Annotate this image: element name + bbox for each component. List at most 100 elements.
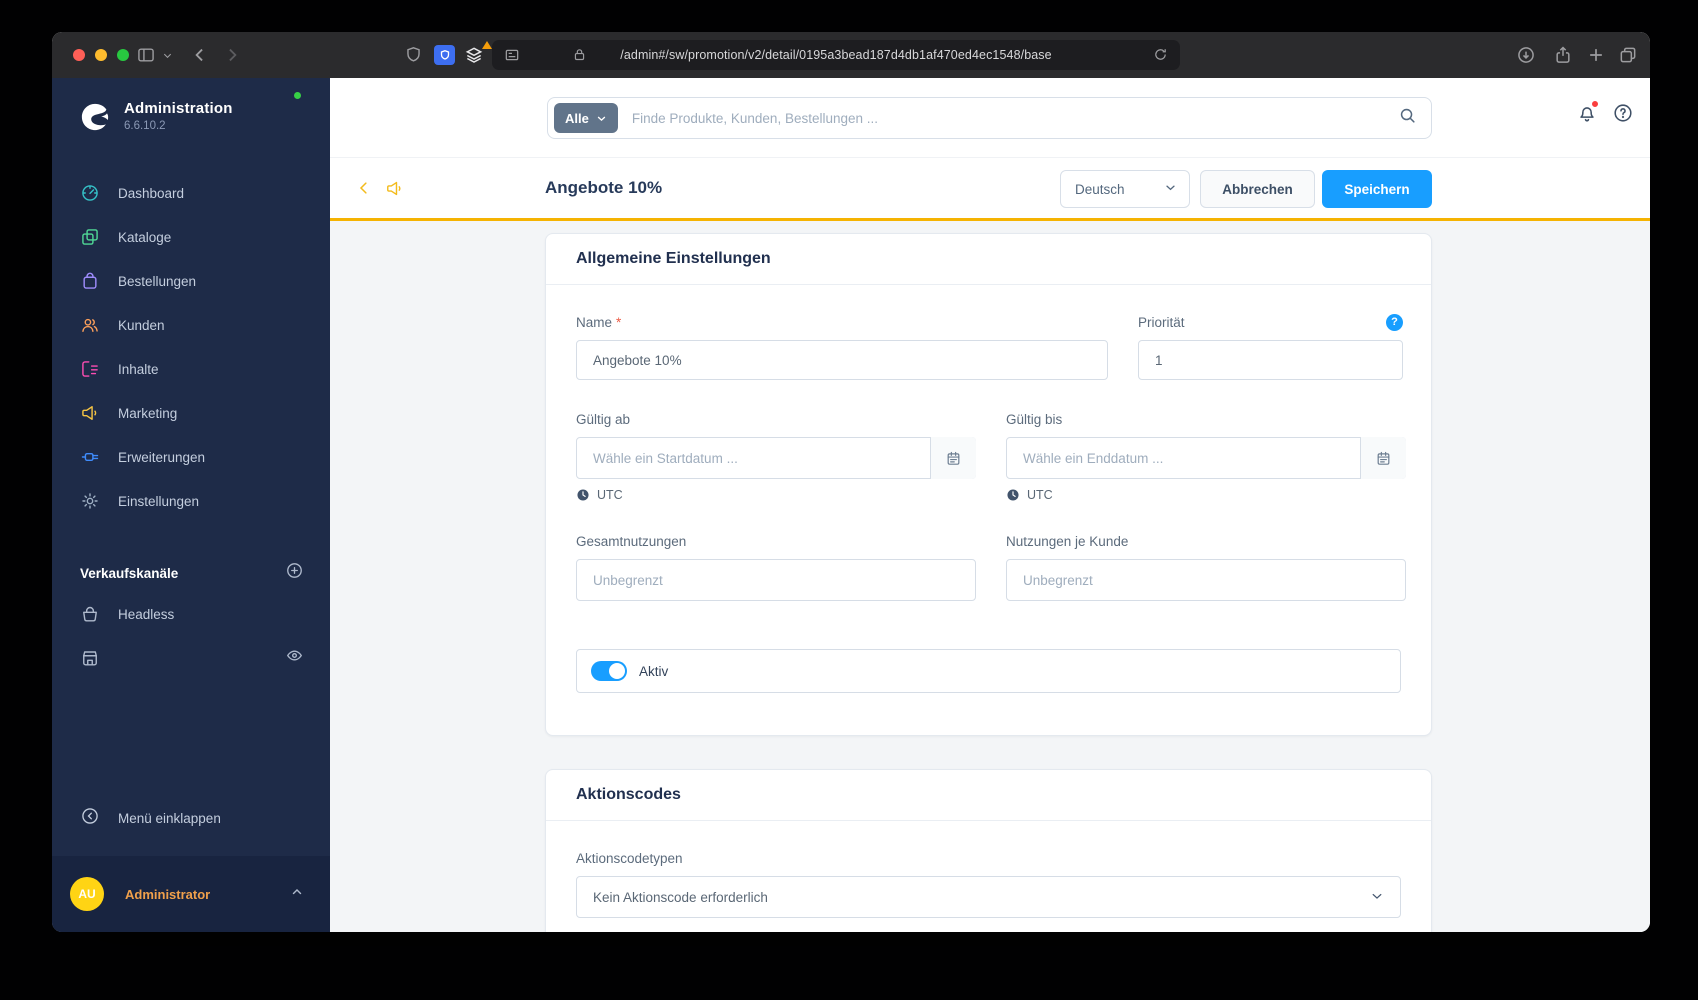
sidebar-item-settings[interactable]: Einstellungen bbox=[52, 479, 330, 523]
collapse-menu-button[interactable]: Menü einklappen bbox=[52, 796, 330, 840]
search-input[interactable]: Alle Finde Produkte, Kunden, Bestellunge… bbox=[547, 97, 1432, 139]
sidebar-item-dashboard[interactable]: Dashboard bbox=[52, 171, 330, 215]
language-value: Deutsch bbox=[1075, 181, 1125, 197]
total-uses-label: Gesamtnutzungen bbox=[576, 533, 687, 549]
sidebar-item-label: Einstellungen bbox=[118, 493, 200, 509]
code-type-label: Aktionscodetypen bbox=[576, 850, 683, 866]
calendar-icon[interactable] bbox=[1360, 437, 1406, 479]
sidebar-item-customers[interactable]: Kunden bbox=[52, 303, 330, 347]
card-title: Aktionscodes bbox=[576, 786, 681, 803]
per-customer-input[interactable] bbox=[1006, 559, 1406, 601]
main-area: Alle Finde Produkte, Kunden, Bestellunge… bbox=[330, 78, 1650, 932]
downloads-icon[interactable] bbox=[1516, 45, 1536, 65]
forward-button[interactable] bbox=[222, 45, 242, 65]
code-type-select[interactable]: Kein Aktionscode erforderlich bbox=[576, 876, 1401, 918]
new-tab-icon[interactable] bbox=[1586, 45, 1606, 65]
label-text: Name bbox=[576, 314, 613, 330]
sidebar-item-catalogues[interactable]: Kataloge bbox=[52, 215, 330, 259]
active-label: Aktiv bbox=[639, 663, 669, 679]
toolbar-chevron-down-icon[interactable] bbox=[162, 50, 173, 61]
valid-from-input[interactable] bbox=[576, 437, 976, 479]
valid-to-input[interactable] bbox=[1006, 437, 1406, 479]
browser-window: /admin#/sw/promotion/v2/detail/0195a3bea… bbox=[52, 32, 1650, 932]
help-badge-icon[interactable]: ? bbox=[1386, 313, 1403, 331]
minimize-window-button[interactable] bbox=[95, 49, 107, 61]
search-scope-select[interactable]: Alle bbox=[554, 103, 618, 133]
required-marker: * bbox=[616, 314, 622, 330]
priority-input[interactable] bbox=[1138, 340, 1403, 380]
timezone-label: UTC bbox=[597, 488, 623, 502]
back-chevron-icon[interactable] bbox=[355, 179, 373, 202]
timezone-row: UTC bbox=[1006, 488, 1406, 502]
total-uses-input[interactable] bbox=[576, 559, 976, 601]
tab-overview-icon[interactable] bbox=[1618, 45, 1638, 65]
cancel-button[interactable]: Abbrechen bbox=[1200, 170, 1315, 208]
notifications-bell-icon[interactable] bbox=[1576, 100, 1599, 129]
page-title: Angebote 10% bbox=[545, 178, 663, 197]
sidebar-item-label: Kataloge bbox=[118, 229, 172, 245]
search-placeholder: Finde Produkte, Kunden, Bestellungen ... bbox=[631, 110, 879, 126]
app-version: 6.6.10.2 bbox=[124, 120, 166, 132]
sidebar-item-label: Erweiterungen bbox=[118, 449, 206, 465]
sidebar-item-label: Inhalte bbox=[118, 361, 159, 377]
sidebar-item-content[interactable]: Inhalte bbox=[52, 347, 330, 391]
marketing-icon bbox=[80, 403, 100, 423]
name-input[interactable] bbox=[576, 340, 1108, 380]
online-status-dot bbox=[294, 92, 301, 99]
calendar-icon[interactable] bbox=[930, 437, 976, 479]
name-label: Name * bbox=[576, 313, 1108, 331]
address-bar[interactable]: /admin#/sw/promotion/v2/detail/0195a3bea… bbox=[492, 40, 1180, 70]
user-menu[interactable]: AU Administrator bbox=[52, 856, 330, 932]
settings-icon bbox=[80, 491, 100, 511]
card-body: Name * Priorität ? bbox=[546, 285, 1431, 735]
add-sales-channel-icon[interactable] bbox=[285, 561, 304, 585]
shield-extension-icon[interactable] bbox=[404, 45, 423, 64]
storefront-icon bbox=[80, 648, 100, 668]
sidebar-toggle-icon[interactable] bbox=[136, 45, 156, 65]
zoom-window-button[interactable] bbox=[117, 49, 129, 61]
timezone-row: UTC bbox=[576, 488, 976, 502]
valid-to-field: Gültig bis Wähle ein Enddatum ... UTC bbox=[1006, 410, 1406, 502]
card-title: Allgemeine Einstellungen bbox=[576, 250, 771, 267]
sidebar-item-label: Dashboard bbox=[118, 185, 185, 201]
avatar[interactable]: AU bbox=[70, 877, 104, 911]
sales-channels-header: Verkaufskanäle bbox=[80, 565, 179, 581]
help-icon[interactable] bbox=[1612, 102, 1634, 129]
active-toggle-row: Aktiv bbox=[576, 649, 1401, 693]
url-text[interactable]: /admin#/sw/promotion/v2/detail/0195a3bea… bbox=[492, 40, 1180, 70]
close-window-button[interactable] bbox=[73, 49, 85, 61]
valid-from-field: Gültig ab Wähle ein Startdatum ... UTC bbox=[576, 410, 976, 502]
smart-bar: Angebote 10% Deutsch Abbrechen Speichern bbox=[330, 158, 1650, 221]
language-select[interactable]: Deutsch bbox=[1060, 170, 1190, 208]
dashboard-icon bbox=[80, 183, 100, 203]
sidebar-item-orders[interactable]: Bestellungen bbox=[52, 259, 330, 303]
megaphone-icon bbox=[385, 179, 404, 203]
shopware-logo bbox=[81, 103, 109, 131]
share-icon[interactable] bbox=[1553, 45, 1573, 65]
back-button[interactable] bbox=[190, 45, 210, 65]
sidebar-item-storefront-channel[interactable] bbox=[52, 636, 330, 680]
sidebar-item-extensions[interactable]: Erweiterungen bbox=[52, 435, 330, 479]
reload-icon[interactable] bbox=[1153, 47, 1168, 62]
save-button[interactable]: Speichern bbox=[1322, 170, 1432, 208]
sidebar-item-headless-channel[interactable]: Headless bbox=[52, 592, 330, 636]
active-toggle[interactable] bbox=[591, 661, 627, 681]
clock-icon bbox=[577, 489, 589, 501]
main-navigation: Dashboard Kataloge Bestellungen Kunden I… bbox=[52, 171, 330, 523]
sidebar: Administration 6.6.10.2 Dashboard Katalo… bbox=[52, 78, 330, 932]
per-customer-label: Nutzungen je Kunde bbox=[1006, 533, 1129, 549]
blue-shield-extension-icon[interactable] bbox=[434, 45, 455, 65]
search-icon[interactable] bbox=[1398, 106, 1417, 130]
eye-icon[interactable] bbox=[285, 646, 304, 670]
chevron-down-icon bbox=[1164, 181, 1177, 197]
search-scope-label: Alle bbox=[565, 110, 589, 126]
sidebar-item-marketing[interactable]: Marketing bbox=[52, 391, 330, 435]
clock-icon bbox=[1007, 489, 1019, 501]
layers-extension-icon[interactable] bbox=[464, 45, 484, 65]
chevron-down-icon bbox=[597, 116, 606, 121]
per-customer-field: Nutzungen je Kunde bbox=[1006, 532, 1406, 601]
priority-field: Priorität ? bbox=[1138, 313, 1403, 380]
priority-label: Priorität ? bbox=[1138, 313, 1403, 331]
app-brand: Administration 6.6.10.2 bbox=[80, 100, 233, 132]
chevron-left-circle-icon bbox=[80, 806, 100, 831]
